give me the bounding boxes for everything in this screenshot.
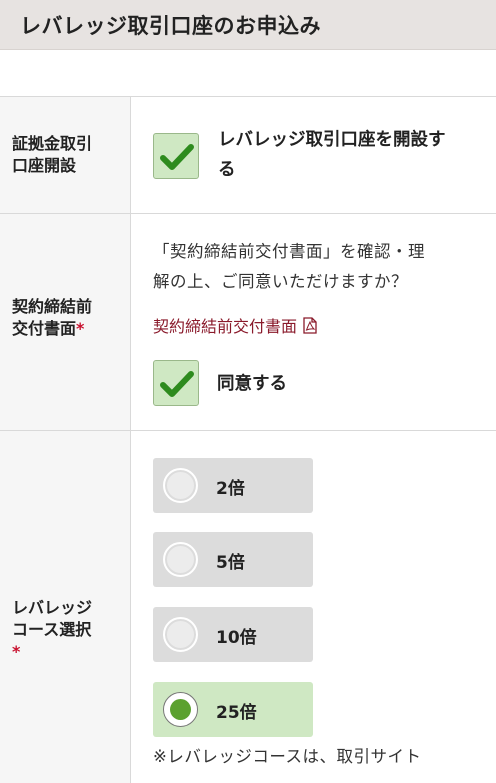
account-label: 証拠金取引 口座開設	[12, 133, 92, 177]
radio-circle	[163, 617, 198, 652]
open-account-text-line2: る	[218, 160, 236, 180]
radio-circle	[163, 468, 198, 503]
page-header: レバレッジ取引口座のお申込み	[0, 0, 496, 50]
contract-question-line2: 解の上、ご同意いただけますか？	[153, 272, 408, 291]
leverage-option-2x[interactable]: 2倍	[153, 458, 313, 513]
radio-label: 2倍	[216, 479, 245, 499]
leverage-option-5x[interactable]: 5倍	[153, 532, 313, 587]
leverage-option-10x[interactable]: 10倍	[153, 607, 313, 662]
contract-document-link-text: 契約締結前交付書面	[153, 317, 298, 336]
leverage-option-25x[interactable]: 25倍	[153, 682, 313, 737]
leverage-label: レバレッジ コース選択 *	[12, 597, 92, 663]
open-account-text[interactable]: レバレッジ取引口座を開設す る	[218, 125, 488, 185]
row-label-cell: レバレッジ コース選択 *	[0, 431, 131, 783]
row-label-cell: 契約締結前 交付書面*	[0, 214, 131, 430]
page-title: レバレッジ取引口座のお申込み	[20, 14, 321, 38]
pdf-icon	[303, 317, 317, 334]
radio-label: 25倍	[216, 703, 257, 723]
form-row-contract: 契約締結前 交付書面* 「契約締結前交付書面」を確認・理 解の上、ご同意いただけ…	[0, 213, 496, 430]
row-value-cell: レバレッジ取引口座を開設す る	[131, 97, 496, 213]
contract-label-line1: 契約締結前	[12, 297, 93, 316]
form-row-account: 証拠金取引 口座開設 レバレッジ取引口座を開設す る	[0, 96, 496, 213]
contract-document-link[interactable]: 契約締結前交付書面	[153, 313, 317, 337]
radio-circle	[163, 692, 198, 727]
account-label-line2: 口座開設	[12, 156, 77, 175]
row-value-cell: 「契約締結前交付書面」を確認・理 解の上、ご同意いただけますか？ 契約締結前交付…	[131, 214, 496, 430]
agree-checkbox[interactable]	[153, 360, 199, 406]
radio-label: 5倍	[216, 553, 245, 573]
radio-label: 10倍	[216, 628, 257, 648]
required-mark: *	[12, 642, 21, 661]
row-label-cell: 証拠金取引 口座開設	[0, 97, 131, 213]
contract-label: 契約締結前 交付書面*	[12, 296, 92, 340]
leverage-label-line1: レバレッジ	[12, 598, 93, 617]
contract-question: 「契約締結前交付書面」を確認・理 解の上、ご同意いただけますか？	[153, 237, 488, 297]
agree-label[interactable]: 同意する	[217, 369, 287, 399]
leverage-label-line2: コース選択	[12, 620, 92, 639]
account-label-line1: 証拠金取引	[12, 134, 93, 153]
radio-circle	[163, 542, 198, 577]
contract-label-line2: 交付書面	[12, 319, 77, 338]
required-mark: *	[76, 319, 85, 338]
check-icon	[160, 144, 194, 170]
open-account-checkbox[interactable]	[153, 133, 199, 179]
open-account-text-line1: レバレッジ取引口座を開設す	[218, 130, 446, 150]
radio-selected-dot	[170, 699, 191, 720]
contract-question-line1: 「契約締結前交付書面」を確認・理	[153, 242, 425, 261]
check-icon	[160, 371, 194, 397]
leverage-note: ※レバレッジコースは、取引サイト	[153, 747, 422, 766]
